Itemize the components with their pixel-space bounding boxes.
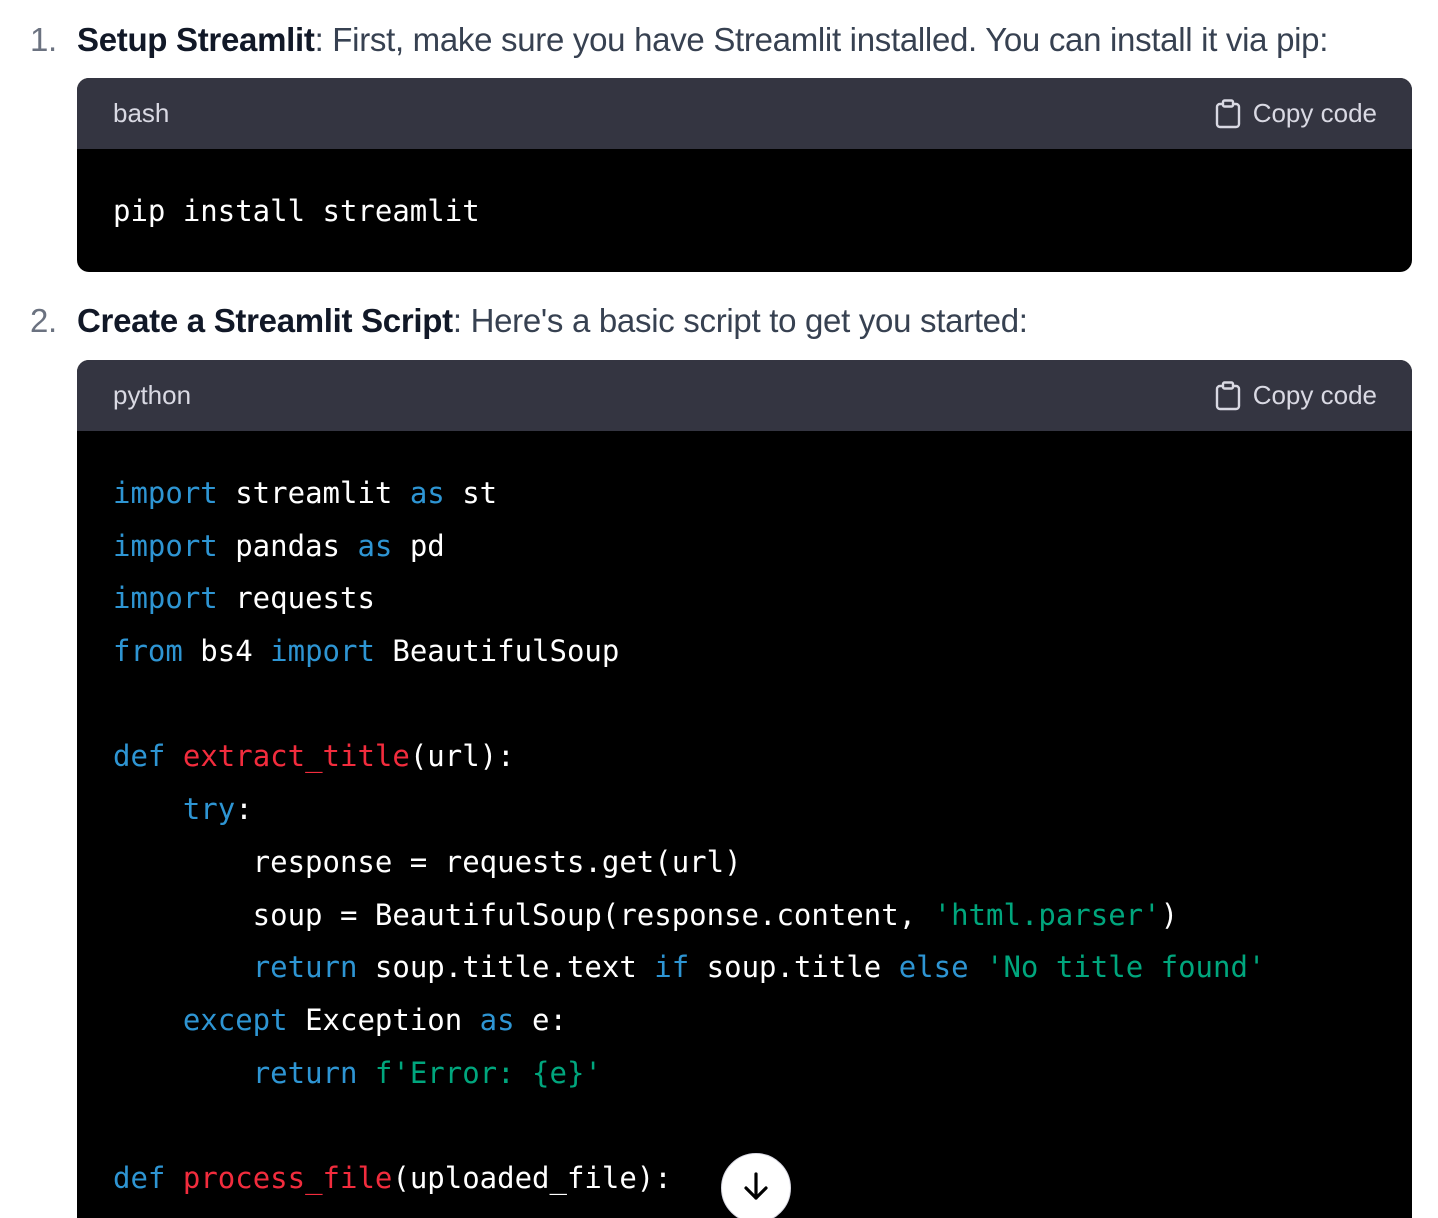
code-token: requests (217, 581, 375, 616)
code-keyword: if (654, 950, 690, 985)
code-line: import requests (113, 572, 1412, 625)
code-keyword: except (182, 1002, 288, 1037)
code-token: BeautifulSoup (374, 634, 620, 669)
code-string: f'Error: {e}' (374, 1055, 602, 1090)
code-line: soup = BeautifulSoup(response.content, '… (113, 889, 1412, 942)
arrow-down-icon (741, 1170, 771, 1207)
code-line: try: (113, 783, 1412, 836)
code-line: response = requests.get(url) (113, 836, 1412, 889)
code-string: 'html.parser' (933, 897, 1161, 932)
code-line: import pandas as pd (113, 520, 1412, 573)
step-description: : First, make sure you have Streamlit in… (314, 21, 1329, 58)
code-line: return soup.title.text if soup.title els… (113, 941, 1412, 994)
code-token: pd (392, 528, 445, 563)
code-token: pip install streamlit (113, 194, 480, 228)
copy-code-label: Copy code (1252, 98, 1377, 128)
code-block-header: python Copy code (77, 360, 1412, 431)
clipboard-icon (1215, 380, 1241, 411)
code-token: soup.title (689, 950, 899, 985)
code-line: return f'Error: {e}' (113, 1047, 1412, 1100)
step-description: : Here's a basic script to get you start… (452, 302, 1028, 339)
code-keyword: as (357, 528, 393, 563)
code-block-header: bash Copy code (77, 78, 1412, 149)
copy-code-button[interactable]: Copy code (1215, 78, 1377, 149)
step-number: 2. (30, 302, 57, 339)
code-line: pip install streamlit (113, 185, 1412, 238)
code-content: pip install streamlit (77, 149, 1412, 238)
step-number: 1. (30, 21, 57, 58)
code-keyword: from (113, 634, 183, 669)
code-line: except Exception as e: (113, 994, 1412, 1047)
code-keyword: import (113, 581, 218, 616)
code-line: def extract_title(url): (113, 730, 1412, 783)
code-keyword: def (113, 1160, 166, 1195)
clipboard-icon (1215, 98, 1241, 129)
code-function-name: process_file (182, 1160, 393, 1195)
code-language-label: bash (113, 98, 170, 128)
code-function-name: extract_title (182, 739, 410, 774)
code-token: bs4 (182, 634, 271, 669)
step-text: Create a Streamlit Script: Here's a basi… (77, 301, 1028, 341)
code-keyword: else (898, 950, 969, 985)
scroll-to-bottom-button[interactable] (721, 1153, 791, 1218)
step-title: Create a Streamlit Script (77, 302, 453, 339)
code-string: 'No title found' (986, 950, 1266, 985)
code-keyword: try (182, 792, 236, 827)
code-keyword: as (479, 1002, 515, 1037)
copy-code-button[interactable]: Copy code (1215, 360, 1377, 431)
code-token: soup.title.text (357, 950, 655, 985)
code-language-label: python (113, 380, 192, 410)
code-block-python: python Copy code import streamlit as st i… (77, 360, 1412, 1218)
code-line: from bs4 import BeautifulSoup (113, 625, 1412, 678)
code-token: soup = BeautifulSoup(response.content, (113, 897, 934, 932)
code-token: response = requests.get(url) (113, 844, 742, 879)
code-token: streamlit (217, 476, 410, 510)
step-text: Setup Streamlit: First, make sure you ha… (77, 20, 1328, 60)
code-keyword: import (270, 634, 375, 669)
code-keyword: import (113, 476, 218, 510)
code-keyword: return (252, 1055, 358, 1090)
code-token: (uploaded_file): (392, 1160, 672, 1195)
code-token: : (235, 792, 253, 827)
copy-code-label: Copy code (1252, 380, 1377, 410)
code-keyword: as (409, 476, 445, 510)
code-token: st (444, 476, 498, 510)
code-token: e: (514, 1002, 567, 1037)
code-keyword: def (113, 739, 166, 774)
code-token: pandas (217, 528, 358, 563)
code-token: ) (1160, 897, 1179, 932)
step-title: Setup Streamlit (77, 21, 315, 58)
code-line: import streamlit as st (113, 467, 1412, 520)
code-content: import streamlit as st import pandas as p… (77, 431, 1412, 1205)
code-keyword: import (113, 528, 218, 563)
code-token: Exception (287, 1002, 480, 1037)
code-token: (url): (409, 739, 515, 774)
code-block-bash: bash Copy code pip install streamlit (77, 78, 1412, 272)
code-keyword: return (252, 950, 358, 985)
